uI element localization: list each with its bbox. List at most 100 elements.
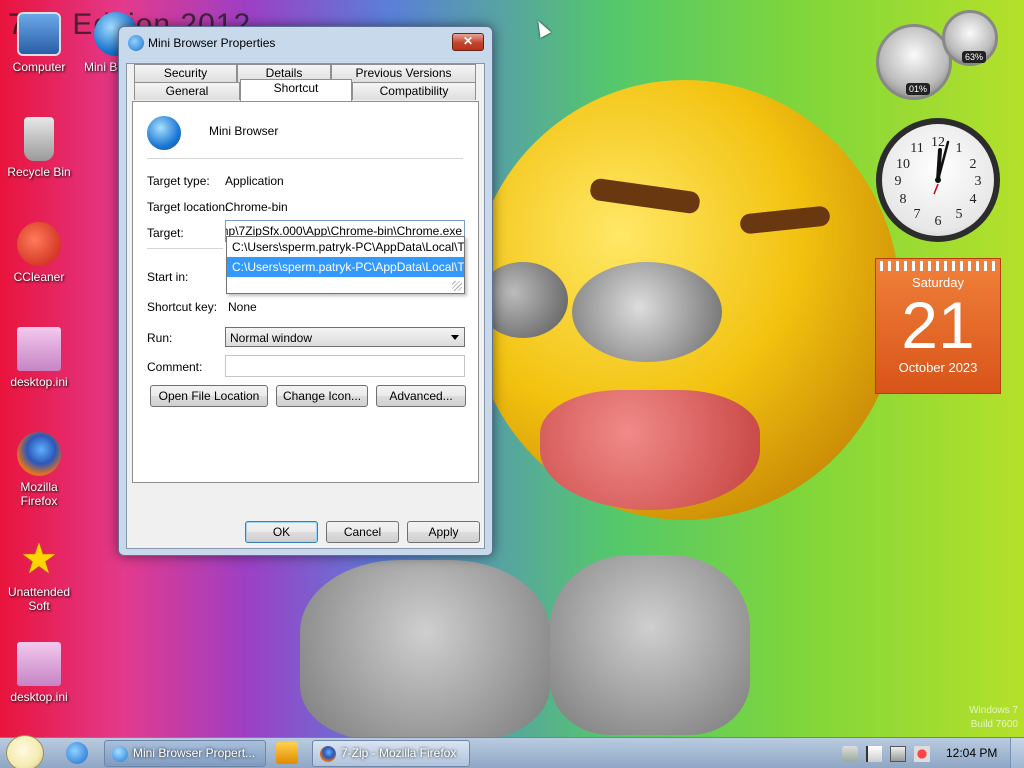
target-type-label: Target type: — [147, 174, 210, 188]
change-icon-button[interactable]: Change Icon... — [276, 385, 368, 407]
dialog-titlebar[interactable]: Mini Browser Properties ✕ — [119, 27, 492, 57]
target-label: Target: — [147, 226, 184, 240]
shortcut-key-value[interactable]: None — [228, 300, 257, 314]
taskbar: Mini Browser Propert... 7-Zip - Mozilla … — [0, 735, 1024, 768]
desktop-icon-computer[interactable]: Computer — [1, 12, 77, 74]
tab-shortcut[interactable]: Shortcut — [240, 79, 352, 101]
svg-text:1: 1 — [956, 141, 963, 156]
windows-watermark: Windows 7 Build 7600 — [969, 704, 1018, 732]
cpu-meter-gadget[interactable]: 01% — [876, 24, 952, 100]
tab-security[interactable]: Security — [134, 64, 237, 82]
memory-reading: 63% — [962, 51, 987, 63]
apply-button[interactable]: Apply — [407, 521, 480, 543]
advanced-button[interactable]: Advanced... — [376, 385, 466, 407]
mini-browser-icon — [147, 116, 181, 150]
calendar-gadget[interactable]: Saturday 21 October 2023 — [875, 258, 1001, 394]
wallpaper-tongue — [540, 390, 760, 510]
cancel-button[interactable]: Cancel — [326, 521, 399, 543]
autocomplete-item[interactable]: C:\Users\sperm.patryk-PC\AppData\Local\T — [227, 237, 464, 257]
properties-dialog[interactable]: Mini Browser Properties ✕ Security Detai… — [118, 26, 493, 556]
target-autocomplete-list[interactable]: C:\Users\sperm.patryk-PC\AppData\Local\T… — [226, 236, 465, 294]
watermark-line: Windows 7 — [969, 705, 1018, 716]
taskbar-item-mini-browser-properties[interactable]: Mini Browser Propert... — [104, 740, 266, 767]
run-select[interactable]: Normal window — [225, 327, 465, 347]
calendar-month-year: October 2023 — [898, 360, 978, 375]
svg-text:6: 6 — [935, 214, 942, 229]
network-icon[interactable] — [890, 746, 906, 762]
wallpaper-eye — [572, 262, 722, 362]
tab-previous-versions[interactable]: Previous Versions — [331, 64, 476, 82]
tab-compatibility[interactable]: Compatibility — [352, 82, 476, 100]
open-file-location-button[interactable]: Open File Location — [150, 385, 268, 407]
desktop-icon-firefox[interactable]: Mozilla Firefox — [1, 432, 77, 508]
target-location-value: Chrome-bin — [225, 200, 288, 214]
show-desktop-button[interactable] — [1010, 738, 1024, 768]
calendar-rings — [880, 261, 996, 271]
mini-browser-icon — [112, 746, 128, 762]
desktop-icon-recycle-bin[interactable]: Recycle Bin — [1, 117, 77, 179]
chevron-down-icon — [451, 335, 459, 340]
target-type-value: Application — [225, 174, 284, 188]
shortcut-tab-panel: Mini Browser Target type: Application Ta… — [132, 101, 479, 483]
mini-browser-icon — [128, 35, 144, 51]
action-center-flag-icon[interactable] — [866, 746, 882, 762]
start-in-label: Start in: — [147, 270, 189, 284]
desktop-icon-desktop-ini[interactable]: desktop.ini — [1, 327, 77, 389]
internet-explorer-icon[interactable] — [66, 742, 88, 764]
taskbar-item-label: 7-Zip - Mozilla Firefox — [341, 746, 457, 760]
svg-text:8: 8 — [900, 192, 907, 207]
calendar-day-number: 21 — [901, 288, 975, 362]
ok-button[interactable]: OK — [245, 521, 318, 543]
dialog-title: Mini Browser Properties — [148, 36, 276, 50]
memory-meter-gadget[interactable]: 63% — [942, 10, 998, 66]
svg-text:5: 5 — [956, 207, 963, 222]
desktop-icon-label: CCleaner — [13, 270, 65, 284]
recycle-bin-icon — [24, 117, 54, 161]
taskbar-item-firefox[interactable]: 7-Zip - Mozilla Firefox — [312, 740, 470, 767]
cpu-reading: 01% — [906, 83, 931, 95]
desktop-icon-label: desktop.ini — [10, 375, 68, 389]
comment-input[interactable] — [225, 355, 465, 377]
desktop-icon-label: Unattended Soft — [7, 585, 71, 613]
svg-text:9: 9 — [895, 174, 902, 189]
taskbar-item-label: Mini Browser Propert... — [133, 746, 256, 760]
tab-row-front: General Shortcut Compatibility — [134, 79, 476, 101]
ini-file-icon — [17, 327, 61, 371]
ini-file-icon — [17, 642, 61, 686]
watermark-line: Build 7600 — [970, 719, 1018, 730]
svg-text:10: 10 — [896, 157, 910, 172]
ccleaner-icon — [17, 222, 61, 266]
volume-muted-icon[interactable] — [914, 746, 930, 762]
desktop-icon-desktop-ini-2[interactable]: desktop.ini — [1, 642, 77, 704]
wallpaper-shoe — [550, 555, 750, 735]
separator — [147, 248, 223, 249]
svg-text:7: 7 — [914, 207, 921, 222]
start-button[interactable] — [6, 735, 44, 768]
comment-label: Comment: — [147, 360, 203, 374]
security-tray-icon[interactable] — [842, 746, 858, 762]
desktop-icon-ccleaner[interactable]: CCleaner — [1, 222, 77, 284]
taskbar-clock[interactable]: 12:04 PM — [946, 746, 997, 760]
clock-hands: 12 12 345 678 91011 — [895, 135, 982, 229]
run-label: Run: — [147, 331, 173, 345]
svg-text:3: 3 — [975, 174, 982, 189]
autocomplete-item-selected[interactable]: C:\Users\sperm.patryk-PC\AppData\Local\T — [227, 257, 464, 277]
dialog-client-area: Security Details Previous Versions Gener… — [126, 63, 485, 549]
desktop-icon-label: Computer — [12, 60, 66, 74]
media-player-icon[interactable] — [276, 742, 298, 764]
clock-face: 12 1 2 345 678 9 10 11 — [882, 124, 994, 236]
svg-text:12: 12 — [931, 135, 945, 150]
desktop-icon-label: desktop.ini — [10, 690, 68, 704]
firefox-icon — [320, 746, 336, 762]
tab-general[interactable]: General — [134, 82, 240, 100]
firefox-icon — [17, 432, 61, 476]
desktop-icon-unattended-soft[interactable]: ★ Unattended Soft — [1, 537, 77, 614]
shortcut-key-label: Shortcut key: — [147, 300, 218, 314]
resize-grip[interactable] — [452, 281, 462, 291]
run-select-value: Normal window — [230, 331, 313, 345]
target-location-label: Target location: — [147, 200, 229, 214]
close-button[interactable]: ✕ — [452, 33, 484, 51]
clock-gadget[interactable]: 12 1 2 345 678 9 10 11 — [876, 118, 1000, 242]
desktop-icon-label: Mozilla Firefox — [20, 480, 58, 508]
svg-text:4: 4 — [970, 192, 977, 207]
